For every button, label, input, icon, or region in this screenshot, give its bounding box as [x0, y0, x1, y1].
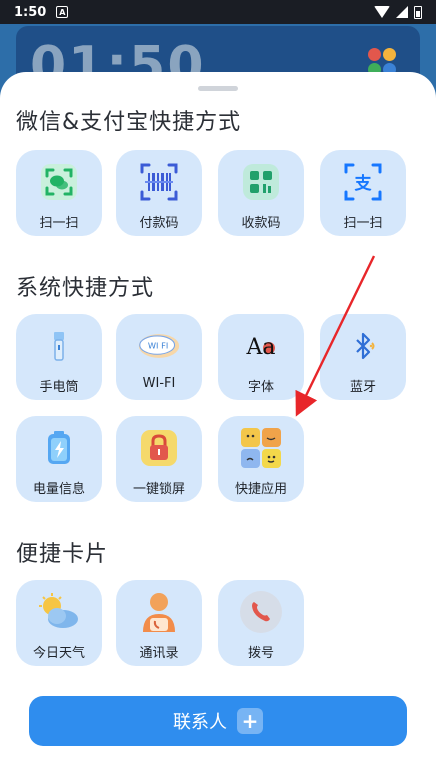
tile-label: 手电筒 [39, 380, 79, 395]
tile-dial[interactable]: 拨号 [218, 580, 304, 666]
tile-label: 快捷应用 [234, 482, 287, 497]
status-bar: 1:50 A [0, 0, 436, 24]
tile-contacts[interactable]: 通讯录 [116, 580, 202, 666]
alipay-scan-icon: 支 [341, 160, 385, 204]
contacts-button[interactable]: 联系人 + [29, 696, 407, 746]
lock-icon [137, 426, 181, 470]
bottom-sheet: 微信&支付宝快捷方式 扫一扫 付款码 收款码 支 扫一扫 系统快捷方式 手电筒 … [0, 72, 436, 776]
signal-icon [396, 6, 408, 18]
tile-label: 扫一扫 [39, 216, 79, 231]
tile-flashlight[interactable]: 手电筒 [16, 314, 102, 400]
tile-font[interactable]: Aa 字体 [218, 314, 304, 400]
weather-icon [37, 590, 81, 634]
tile-bluetooth[interactable]: 蓝牙 [320, 314, 406, 400]
tile-collect-code[interactable]: 收款码 [218, 150, 304, 236]
flashlight-icon [37, 324, 81, 368]
tile-label: 扫一扫 [343, 216, 383, 231]
notification-a-icon: A [56, 6, 69, 18]
section-title-system: 系统快捷方式 [16, 276, 155, 301]
wifi-status-icon [374, 6, 390, 18]
status-right [374, 5, 422, 19]
bluetooth-icon [341, 324, 385, 368]
font-icon: Aa [239, 324, 283, 368]
tile-label: 字体 [247, 380, 274, 395]
alipay-glyph: 支 [355, 173, 373, 194]
tile-label: 一键锁屏 [132, 482, 185, 497]
sheet-drag-handle[interactable] [198, 86, 238, 91]
tile-label: 付款码 [139, 216, 179, 231]
contacts-button-label: 联系人 [173, 712, 227, 733]
quick-apps-icon [239, 426, 283, 470]
tile-battery-info[interactable]: 电量信息 [16, 416, 102, 502]
wifi-cloud-icon: WI FI [137, 324, 181, 368]
section-title-cards: 便捷卡片 [16, 542, 109, 567]
status-time: 1:50 [14, 4, 47, 20]
tile-label: 通讯录 [139, 646, 179, 661]
tile-label: 收款码 [241, 216, 281, 231]
font-icon-text: Aa [245, 335, 275, 360]
tile-weather[interactable]: 今日天气 [16, 580, 102, 666]
battery-icon [414, 5, 422, 19]
tile-label: 蓝牙 [349, 380, 376, 395]
battery-info-icon [37, 426, 81, 470]
wifi-icon-text: WI FI [148, 341, 168, 351]
barcode-icon [137, 160, 181, 204]
tile-label: WI-FI [142, 376, 176, 391]
tile-label: 电量信息 [32, 482, 85, 497]
tile-label: 今日天气 [32, 646, 85, 661]
plus-icon: + [237, 708, 263, 734]
tile-alipay-scan[interactable]: 支 扫一扫 [320, 150, 406, 236]
phone-icon [239, 590, 283, 634]
contacts-icon [137, 590, 181, 634]
tile-pay-code[interactable]: 付款码 [116, 150, 202, 236]
tile-wechat-scan[interactable]: 扫一扫 [16, 150, 102, 236]
wechat-scan-icon [37, 160, 81, 204]
section-title-wechat-alipay: 微信&支付宝快捷方式 [16, 110, 242, 135]
tile-wifi[interactable]: WI FI WI-FI [116, 314, 202, 400]
tile-label: 拨号 [247, 646, 274, 661]
tile-lock-screen[interactable]: 一键锁屏 [116, 416, 202, 502]
tile-quick-apps[interactable]: 快捷应用 [218, 416, 304, 502]
collect-qr-icon [239, 160, 283, 204]
